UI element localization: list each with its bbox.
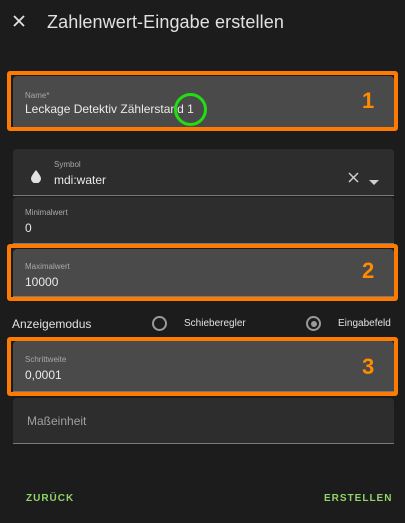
radio-slider-label[interactable]: Schieberegler	[184, 318, 246, 329]
max-field-value: 10000	[25, 275, 59, 289]
close-button[interactable]	[12, 10, 34, 36]
clear-icon[interactable]	[348, 170, 359, 188]
step-field-label: Schrittweite	[25, 355, 67, 364]
create-button[interactable]: ERSTELLEN	[324, 493, 392, 504]
min-field[interactable]: Minimalwert 0	[13, 197, 394, 244]
annotation-number-2: 2	[362, 258, 375, 283]
radio-input-field[interactable]	[306, 316, 321, 331]
step-field-value: 0,0001	[25, 368, 62, 382]
chevron-down-icon[interactable]	[369, 173, 379, 191]
annotation-number-1: 1	[362, 88, 375, 113]
radio-input-field-label[interactable]: Eingabefeld	[338, 318, 391, 329]
dialog: Zahlenwert-Eingabe erstellen Name* Lecka…	[0, 0, 405, 523]
step-field[interactable]: Schrittweite 0,0001	[13, 341, 394, 392]
symbol-field-value: mdi:water	[54, 173, 107, 187]
symbol-field-label: Symbol	[54, 160, 81, 169]
display-mode-label: Anzeigemodus	[12, 317, 92, 331]
close-icon	[13, 15, 25, 27]
dialog-header: Zahlenwert-Eingabe erstellen	[0, 0, 405, 50]
dialog-title: Zahlenwert-Eingabe erstellen	[47, 12, 284, 32]
back-button[interactable]: ZURÜCK	[26, 493, 74, 504]
max-field[interactable]: Maximalwert 10000	[13, 249, 394, 297]
name-field[interactable]: Name* Leckage Detektiv Zählerstand 1	[13, 76, 394, 128]
unit-field[interactable]: Maßeinheit	[13, 398, 394, 444]
min-field-label: Minimalwert	[25, 208, 68, 217]
annotation-number-3: 3	[362, 354, 375, 379]
max-field-label: Maximalwert	[25, 262, 70, 271]
name-field-value: Leckage Detektiv Zählerstand 1	[25, 102, 194, 116]
unit-field-placeholder: Maßeinheit	[27, 414, 87, 428]
symbol-field[interactable]: Symbol mdi:water	[13, 149, 394, 196]
water-drop-icon	[30, 169, 42, 188]
radio-slider[interactable]	[152, 316, 167, 331]
name-field-label: Name*	[25, 91, 50, 100]
min-field-value: 0	[25, 221, 32, 235]
